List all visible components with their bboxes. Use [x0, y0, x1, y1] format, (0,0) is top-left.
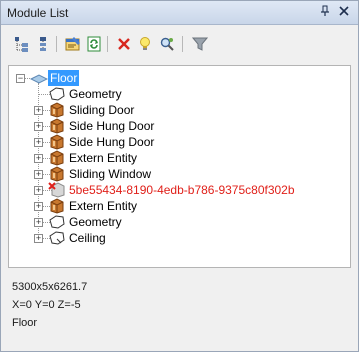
- toolbar-separator: [182, 36, 183, 52]
- expand-toggle[interactable]: +: [34, 122, 43, 131]
- toolbar-separator: [56, 36, 57, 52]
- toolbar: [1, 26, 358, 60]
- geometry-icon: [48, 214, 66, 230]
- find-icon: [160, 37, 174, 51]
- expand-toggle[interactable]: +: [34, 234, 43, 243]
- tree-node-side-hung-door[interactable]: Side Hung Door: [69, 134, 154, 150]
- expand-toggle[interactable]: +: [34, 186, 43, 195]
- pin-icon: [321, 5, 329, 16]
- info-panel: 5300x5x6261.7 X=0 Y=0 Z=-5 Floor: [8, 271, 351, 347]
- expand-toggle[interactable]: +: [34, 106, 43, 115]
- module-icon: [48, 134, 66, 150]
- module-icon: [48, 102, 66, 118]
- filter-icon: [192, 37, 208, 51]
- tree-node-geometry[interactable]: Geometry: [69, 86, 122, 102]
- collapse-all-button[interactable]: [34, 35, 52, 53]
- tree-collapse-icon: [40, 37, 46, 51]
- floor-icon: [29, 70, 49, 86]
- filter-button[interactable]: [191, 35, 209, 53]
- missing-module-icon: [48, 182, 66, 198]
- pin-button[interactable]: [318, 5, 332, 19]
- refresh-button[interactable]: [85, 35, 103, 53]
- toolbar-separator: [107, 36, 108, 52]
- delete-icon: [118, 38, 130, 50]
- panel-titlebar: Module List: [1, 1, 358, 25]
- expand-toggle[interactable]: +: [34, 202, 43, 211]
- tree-node-sliding-window[interactable]: Sliding Window: [69, 166, 151, 182]
- close-button[interactable]: [337, 5, 351, 19]
- panel-title: Module List: [7, 6, 69, 20]
- root-collapse-toggle[interactable]: −: [16, 74, 25, 83]
- expand-all-button[interactable]: [13, 35, 31, 53]
- properties-button[interactable]: [64, 35, 82, 53]
- tree-node-sliding-door[interactable]: Sliding Door: [69, 102, 134, 118]
- tree-node-missing-module[interactable]: 5be55434-8190-4edb-b786-9375c80f302b: [69, 182, 295, 198]
- tree-expand-icon: [15, 37, 28, 52]
- expand-toggle[interactable]: +: [34, 154, 43, 163]
- close-icon: [339, 6, 349, 16]
- find-button[interactable]: [158, 35, 176, 53]
- tree-node-floor[interactable]: Floor: [48, 70, 80, 86]
- ceiling-icon: [48, 230, 66, 246]
- expand-toggle[interactable]: +: [34, 170, 43, 179]
- module-list-panel: Module List − Floor Geometry + Sliding D…: [0, 0, 359, 352]
- tree-node-extern-entity[interactable]: Extern Entity: [69, 198, 137, 214]
- geometry-icon: [48, 86, 66, 102]
- highlight-button[interactable]: [136, 35, 154, 53]
- refresh-icon: [87, 36, 101, 52]
- module-icon: [48, 118, 66, 134]
- tree-node-ceiling[interactable]: Ceiling: [69, 230, 106, 246]
- tree-node-geometry[interactable]: Geometry: [69, 214, 122, 230]
- expand-toggle[interactable]: +: [34, 138, 43, 147]
- lightbulb-icon: [140, 37, 150, 50]
- properties-icon: [65, 37, 80, 51]
- module-icon: [48, 166, 66, 182]
- module-icon: [48, 150, 66, 166]
- expand-toggle[interactable]: +: [34, 218, 43, 227]
- dimensions-readout: 5300x5x6261.7: [12, 281, 88, 293]
- position-readout: X=0 Y=0 Z=-5: [12, 299, 81, 311]
- selected-name-readout: Floor: [12, 317, 38, 329]
- module-tree[interactable]: − Floor Geometry + Sliding Door + Side Hung …: [8, 65, 351, 268]
- tree-node-extern-entity[interactable]: Extern Entity: [69, 150, 137, 166]
- module-icon: [48, 198, 66, 214]
- delete-button[interactable]: [115, 35, 133, 53]
- tree-node-side-hung-door[interactable]: Side Hung Door: [69, 118, 154, 134]
